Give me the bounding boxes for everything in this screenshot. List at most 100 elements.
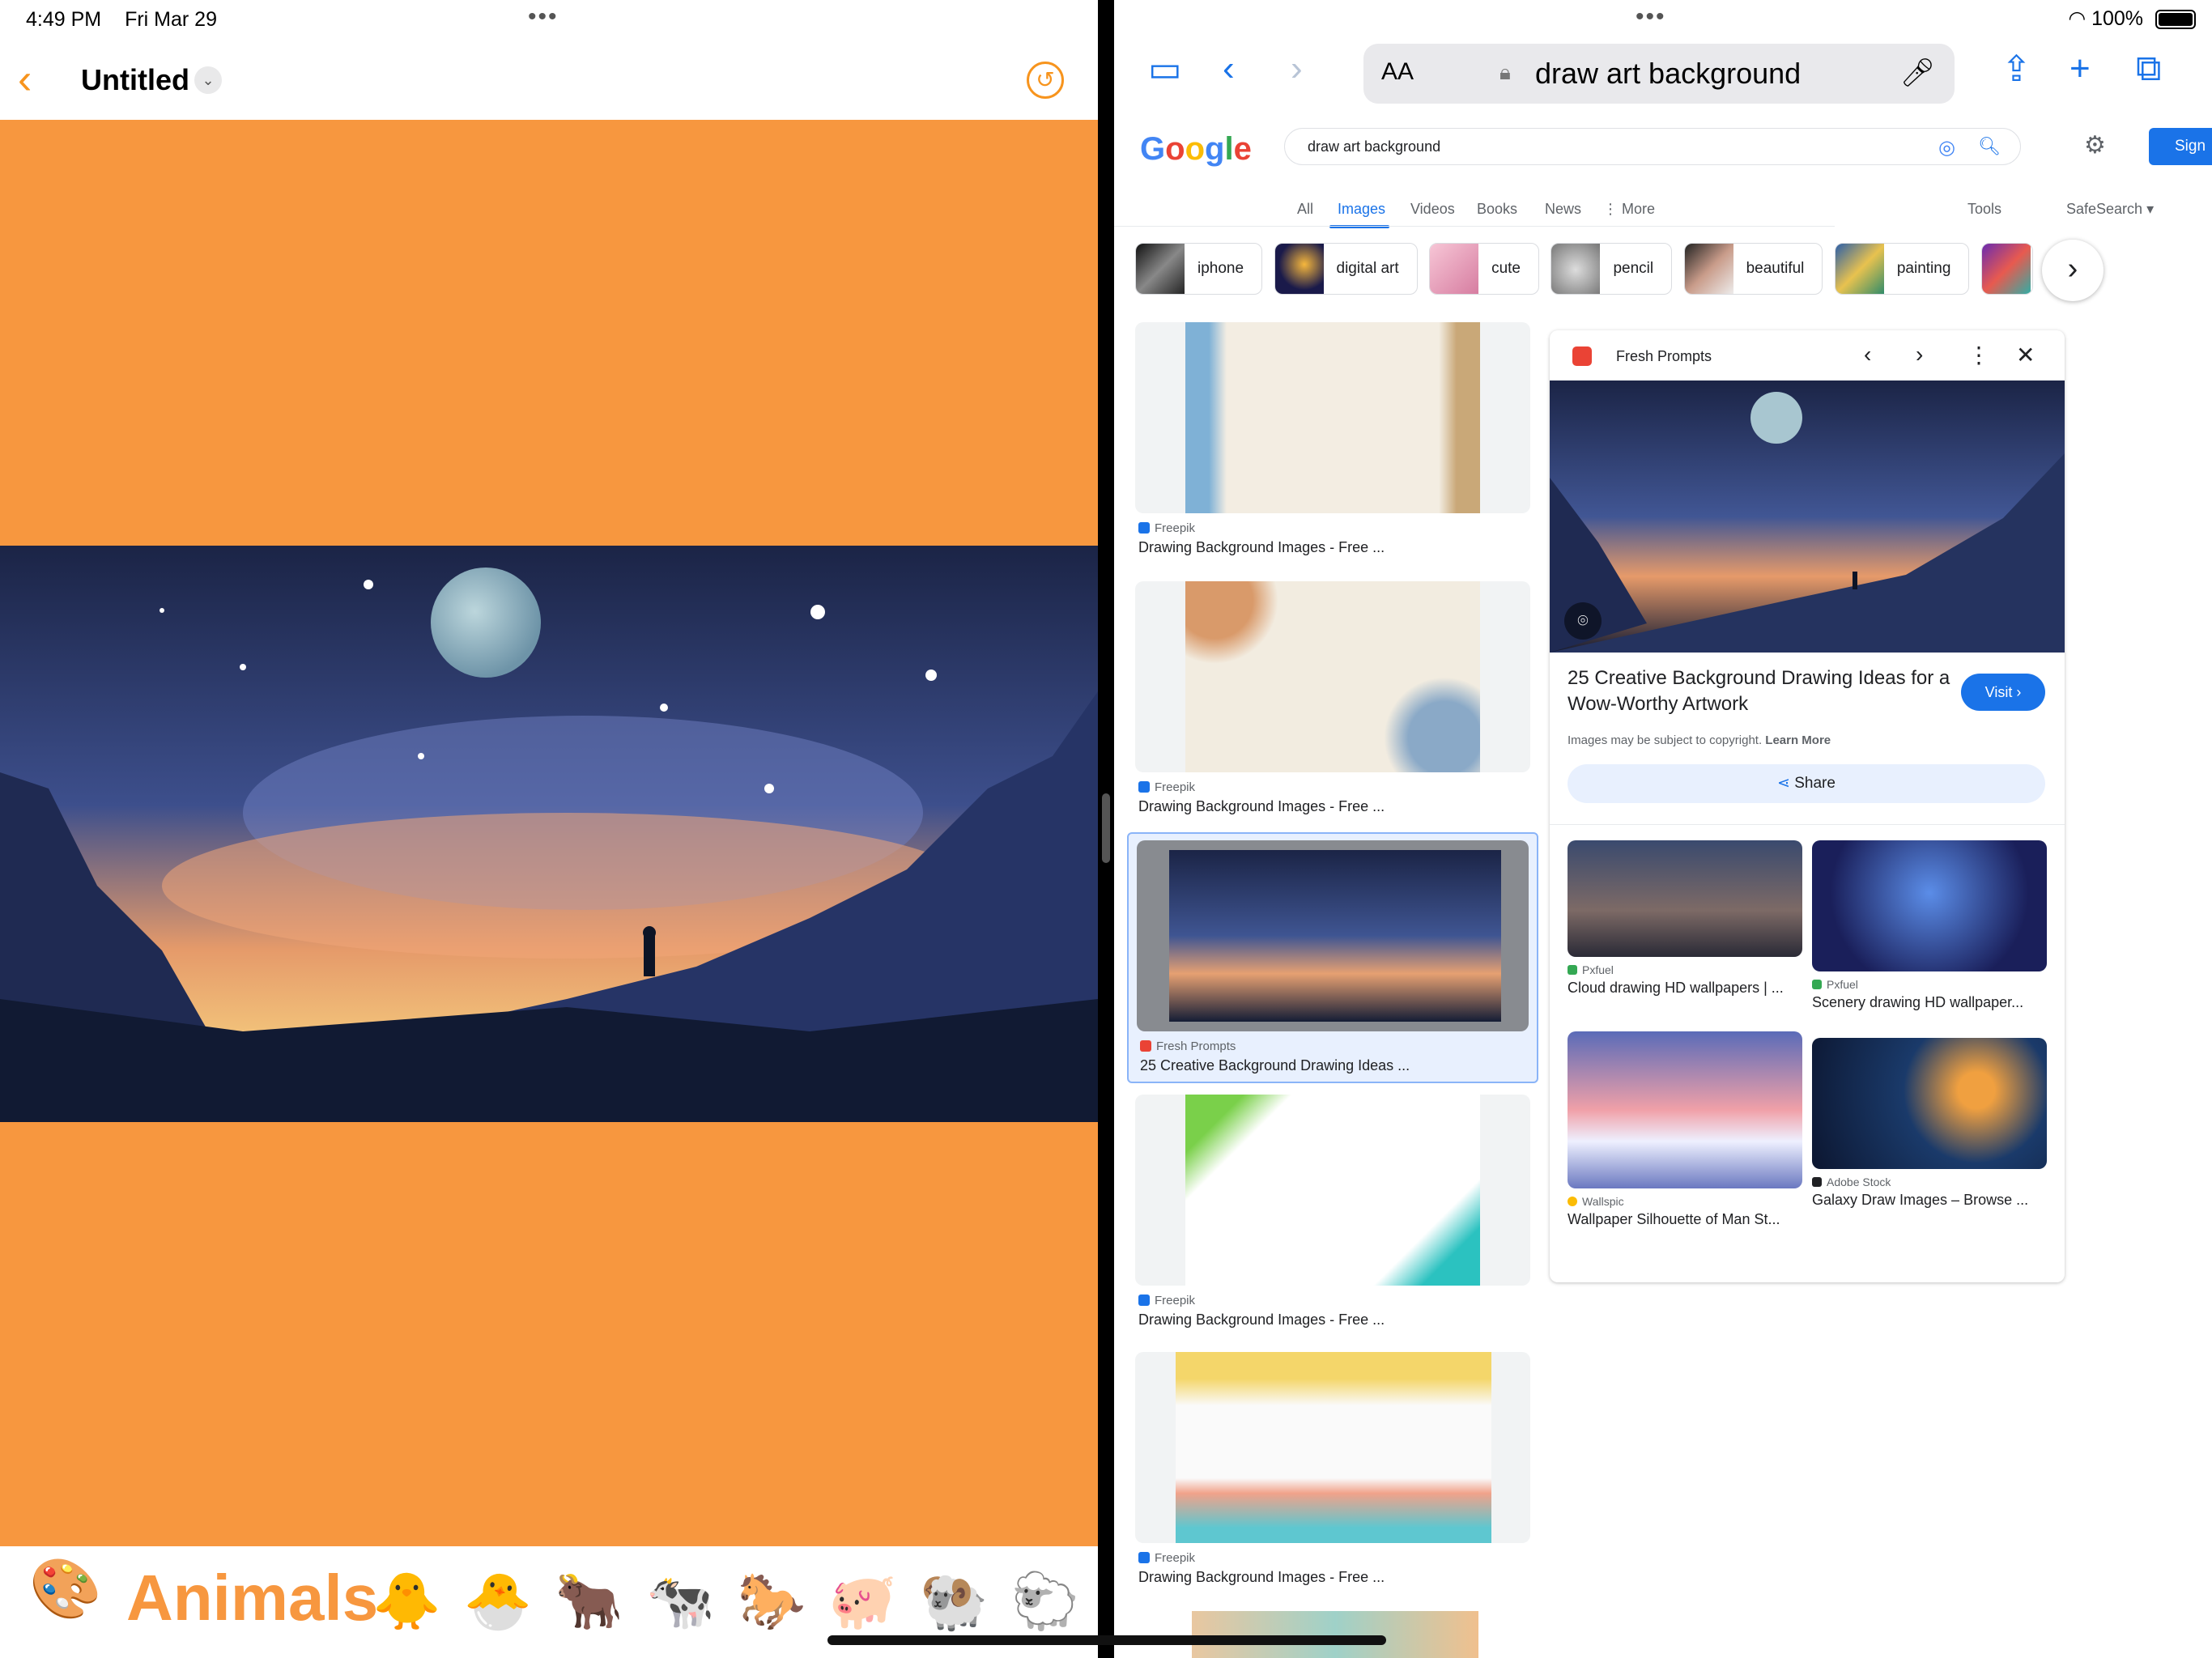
brush-strokes-image [1176,1352,1491,1543]
related-source-label: Pxfuel [1582,963,1614,976]
image-result[interactable]: Freepik Drawing Background Images - Free… [1135,1095,1530,1337]
preview-header: Fresh Prompts ‹ › ⋮ ✕ [1550,330,2065,380]
wifi-icon: ◠ [2068,7,2087,30]
related-thumbnail [1812,840,2047,971]
chip-painting[interactable]: painting [1834,243,1970,295]
close-icon[interactable]: ✕ [2016,342,2035,368]
share-button[interactable]: ⋖ Share [1568,764,2045,803]
chip-thumb [1551,244,1601,294]
chip-more[interactable] [1980,243,2033,295]
back-icon[interactable]: ‹ [1223,49,1235,89]
back-chevron-icon[interactable]: ‹ [18,55,32,104]
tab-books[interactable]: Books [1477,201,1517,218]
wallspic-favicon [1568,1197,1577,1206]
drawing-app: 4:49 PM Fri Mar 29 ••• ‹ Untitled ⌄ ↺ 🎨 … [0,0,1098,1658]
google-logo[interactable]: Google [1140,131,1252,168]
doc-title[interactable]: Untitled [81,63,189,97]
related-source: Pxfuel [1812,978,1858,991]
preview-title[interactable]: 25 Creative Background Drawing Ideas for… [1568,665,1956,717]
share-icon[interactable]: ⇪ [2001,49,2031,90]
image-preview-panel: Fresh Prompts ‹ › ⋮ ✕ ⌾ 25 Creative Back… [1550,330,2065,1282]
search-query[interactable]: draw art background [1308,138,1440,155]
result-source: Freepik [1138,521,1195,535]
battery-percent: 100% [2091,7,2144,30]
chip-pencil[interactable]: pencil [1551,243,1673,295]
new-tab-icon[interactable]: + [2069,49,2091,89]
multitasking-dots-icon[interactable]: ••• [528,3,559,31]
copyright-text: Images may be subject to copyright. [1568,733,1763,747]
result-caption: Drawing Background Images - Free ... [1138,1569,1385,1585]
related-thumbnail [1568,840,1802,957]
tab-more[interactable]: ⋮ More [1603,201,1655,218]
tab-all[interactable]: All [1297,201,1313,218]
reader-aa-button[interactable]: AA [1381,58,1414,86]
status-bar-right: ◠ 100% [2068,6,2196,31]
lens-search-icon[interactable]: ⌾ [1564,602,1602,640]
lock-icon: 🔒︎ [1499,60,1511,84]
related-caption: Cloud drawing HD wallpapers | ... [1568,980,1784,996]
status-time: 4:49 PM [26,8,102,31]
tabs-icon[interactable]: ⧉ [2136,49,2161,89]
learn-more-link[interactable]: Learn More [1765,733,1831,747]
more-options-icon[interactable]: ⋮ [1967,342,1990,368]
result-thumbnail [1135,1095,1530,1286]
partial-result-image[interactable] [1192,1611,1478,1658]
chip-thumb [1981,244,2031,294]
forward-icon[interactable]: › [1291,49,1303,89]
divider-handle[interactable] [1102,793,1110,863]
related-source-label: Adobe Stock [1827,1175,1891,1188]
multitasking-dots-icon[interactable]: ••• [1636,3,1666,31]
gear-icon[interactable]: ⚙ [2084,131,2106,159]
safesearch-button[interactable]: SafeSearch ▾ [2066,201,2154,218]
address-text[interactable]: draw art background [1535,57,1801,91]
result-source: Freepik [1138,780,1195,794]
related-thumbnail [1568,1031,1802,1188]
palette-icon[interactable]: 🎨 [29,1554,102,1623]
google-search-box[interactable]: draw art background ◎ 🔍︎ [1284,128,2021,165]
chip-digital-art[interactable]: digital art [1274,243,1418,295]
preview-source[interactable]: Fresh Prompts [1616,348,1712,365]
home-indicator[interactable] [827,1635,1386,1645]
visit-button[interactable]: Visit › [1961,674,2045,711]
nav-bar: ‹ Untitled ⌄ ↺ [0,45,1098,118]
result-source-label: Fresh Prompts [1156,1039,1236,1053]
next-image-icon[interactable]: › [1916,342,1923,368]
undo-icon[interactable]: ↺ [1027,62,1064,99]
space-landscape-image [0,546,1098,1122]
tab-videos[interactable]: Videos [1410,201,1455,218]
search-icon[interactable]: 🔍︎ [1978,136,2001,157]
result-source: Freepik [1138,1294,1195,1307]
chip-scroll-next-icon[interactable]: › [2042,240,2104,301]
result-thumbnail [1135,322,1530,513]
image-result-selected[interactable]: Fresh Prompts 25 Creative Background Dra… [1127,832,1538,1083]
sidebar-icon[interactable]: ▭ [1148,49,1182,90]
animal-emoji-row[interactable]: 🐥🐣🐂🐄🐎🐖🐏🐑 [372,1569,1098,1634]
preview-image[interactable] [1550,380,2065,653]
prev-image-icon[interactable]: ‹ [1864,342,1871,368]
image-result[interactable]: Freepik Drawing Background Images - Free… [1135,581,1530,824]
drawing-canvas[interactable] [0,120,1098,1546]
sign-in-button[interactable]: Sign [2149,128,2212,165]
tab-images[interactable]: Images [1338,201,1385,218]
title-dropdown-icon[interactable]: ⌄ [194,66,222,94]
address-bar[interactable]: AA 🔒︎ draw art background 🎤︎ [1363,44,1955,104]
image-result[interactable]: Freepik Drawing Background Images - Free… [1135,322,1530,565]
split-divider[interactable] [1098,0,1114,1658]
safesearch-label: SafeSearch [2066,201,2143,217]
tools-button[interactable]: Tools [1967,201,2001,218]
result-caption: Drawing Background Images - Free ... [1138,539,1385,555]
image-result[interactable]: Freepik Drawing Background Images - Free… [1135,1352,1530,1595]
battery-icon [2155,10,2196,30]
visit-label: Visit [1984,684,2013,700]
result-thumbnail [1137,840,1529,1031]
mic-icon[interactable]: 🎤︎ [1900,57,1935,89]
copyright-notice: Images may be subject to copyright. Lear… [1568,733,1831,747]
lens-icon[interactable]: ◎ [1938,136,1955,159]
chip-iphone[interactable]: iphone [1135,243,1263,295]
result-thumbnail [1135,581,1530,772]
chip-beautiful[interactable]: beautiful [1683,243,1823,295]
result-source-label: Freepik [1155,780,1196,794]
category-label[interactable]: Animals [126,1561,378,1635]
chip-cute[interactable]: cute [1429,243,1539,295]
tab-news[interactable]: News [1545,201,1581,218]
